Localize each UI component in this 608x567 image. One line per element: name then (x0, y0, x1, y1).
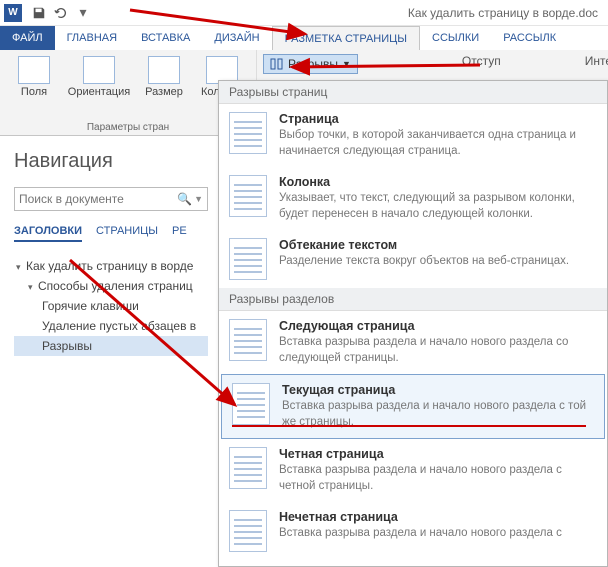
tab-file[interactable]: ФАЙЛ (0, 26, 55, 50)
margins-button[interactable]: Поля (6, 54, 62, 120)
qat-more-icon[interactable]: ▾ (72, 2, 94, 24)
tree-node-label: Способы удаления страниц (38, 279, 193, 293)
search-icon[interactable]: 🔍 (177, 192, 192, 206)
column-break-icon (229, 175, 267, 217)
search-more-icon[interactable]: ▼ (194, 194, 203, 204)
dd-title: Нечетная страница (279, 510, 597, 524)
tree-node-label: Разрывы (42, 339, 92, 353)
dd-item-continuous[interactable]: Текущая страница Вставка разрыва раздела… (221, 374, 605, 439)
dd-title: Текущая страница (282, 383, 594, 397)
orientation-button[interactable]: Ориентация (64, 54, 134, 120)
document-title: Как удалить страницу в ворде.doc (408, 6, 598, 20)
dropdown-section-section-breaks: Разрывы разделов (219, 288, 607, 311)
dd-item-odd-page[interactable]: Нечетная страница Вставка разрыва раздел… (219, 502, 607, 560)
even-page-break-icon (229, 447, 267, 489)
spacing-label: Интервал (585, 54, 608, 68)
orientation-icon (83, 56, 115, 84)
continuous-break-icon (232, 383, 270, 425)
tab-references[interactable]: ССЫЛКИ (420, 26, 491, 50)
dd-title: Обтекание текстом (279, 238, 597, 252)
indent-label: Отступ (462, 54, 501, 68)
chevron-down-icon: ▼ (342, 59, 351, 69)
size-label: Размер (145, 86, 183, 98)
size-icon (148, 56, 180, 84)
dd-desc: Вставка разрыва раздела и начало нового … (282, 399, 594, 430)
tree-node-label: Удаление пустых абзацев в (42, 319, 196, 333)
size-button[interactable]: Размер (136, 54, 192, 120)
dd-desc: Вставка разрыва раздела и начало нового … (279, 335, 597, 366)
tab-page-layout[interactable]: РАЗМЕТКА СТРАНИЦЫ (272, 26, 420, 50)
ribbon-tabs: ФАЙЛ ГЛАВНАЯ ВСТАВКА ДИЗАЙН РАЗМЕТКА СТР… (0, 26, 608, 50)
dropdown-section-page-breaks: Разрывы страниц (219, 81, 607, 104)
navigation-pane: Навигация 🔍 ▼ ЗАГОЛОВКИ СТРАНИЦЫ РЕ ▾Как… (0, 136, 218, 366)
title-bar: W ▾ Как удалить страницу в ворде.doc (0, 0, 608, 26)
dd-item-next-page[interactable]: Следующая страница Вставка разрыва разде… (219, 311, 607, 374)
dd-title: Четная страница (279, 447, 597, 461)
text-wrap-break-icon (229, 238, 267, 280)
tree-node-ways[interactable]: ▾Способы удаления страниц (14, 276, 208, 296)
tree-root-label: Как удалить страницу в ворде (26, 259, 193, 273)
tab-mailings[interactable]: РАССЫЛК (491, 26, 568, 50)
breaks-label: Разрывы (288, 57, 338, 71)
nav-tab-pages[interactable]: СТРАНИЦЫ (96, 225, 158, 242)
page-break-icon (229, 112, 267, 154)
dd-item-even-page[interactable]: Четная страница Вставка разрыва раздела … (219, 439, 607, 502)
undo-icon[interactable] (50, 2, 72, 24)
tab-insert[interactable]: ВСТАВКА (129, 26, 202, 50)
breaks-icon (270, 58, 284, 70)
dd-desc: Указывает, что текст, следующий за разры… (279, 191, 597, 222)
navigation-search[interactable]: 🔍 ▼ (14, 187, 208, 211)
save-icon[interactable] (28, 2, 50, 24)
navigation-tree: ▾Как удалить страницу в ворде ▾Способы у… (14, 256, 208, 356)
odd-page-break-icon (229, 510, 267, 552)
tree-node-hotkeys[interactable]: Горячие клавиши (14, 296, 208, 316)
tab-design[interactable]: ДИЗАЙН (202, 26, 271, 50)
nav-tab-headings[interactable]: ЗАГОЛОВКИ (14, 225, 82, 242)
nav-tab-results[interactable]: РЕ (172, 225, 187, 242)
word-app-icon: W (4, 4, 22, 22)
orientation-label: Ориентация (68, 86, 130, 98)
dd-title: Колонка (279, 175, 597, 189)
margins-label: Поля (21, 86, 47, 98)
dd-desc: Выбор точки, в которой заканчивается одн… (279, 128, 597, 159)
dd-item-page[interactable]: Страница Выбор точки, в которой заканчив… (219, 104, 607, 167)
tree-root[interactable]: ▾Как удалить страницу в ворде (14, 256, 208, 276)
dd-desc: Вставка разрыва раздела и начало нового … (279, 526, 597, 542)
breaks-dropdown-button[interactable]: Разрывы ▼ (263, 54, 358, 74)
dd-title: Следующая страница (279, 319, 597, 333)
navigation-title: Навигация (14, 150, 208, 173)
margins-icon (18, 56, 50, 84)
navigation-tabs: ЗАГОЛОВКИ СТРАНИЦЫ РЕ (14, 225, 208, 242)
dd-desc: Вставка разрыва раздела и начало нового … (279, 463, 597, 494)
page-setup-group-label: Параметры стран (6, 122, 250, 133)
breaks-dropdown-menu: Разрывы страниц Страница Выбор точки, в … (218, 80, 608, 567)
search-input[interactable] (19, 192, 177, 206)
dd-item-column[interactable]: Колонка Указывает, что текст, следующий … (219, 167, 607, 230)
dd-title: Страница (279, 112, 597, 126)
tree-node-label: Горячие клавиши (42, 299, 139, 313)
dd-item-text-wrapping[interactable]: Обтекание текстом Разделение текста вокр… (219, 230, 607, 288)
next-page-break-icon (229, 319, 267, 361)
dd-desc: Разделение текста вокруг объектов на веб… (279, 254, 597, 270)
tree-node-breaks[interactable]: Разрывы (14, 336, 208, 356)
tab-home[interactable]: ГЛАВНАЯ (55, 26, 129, 50)
tree-node-empty-paragraphs[interactable]: Удаление пустых абзацев в (14, 316, 208, 336)
